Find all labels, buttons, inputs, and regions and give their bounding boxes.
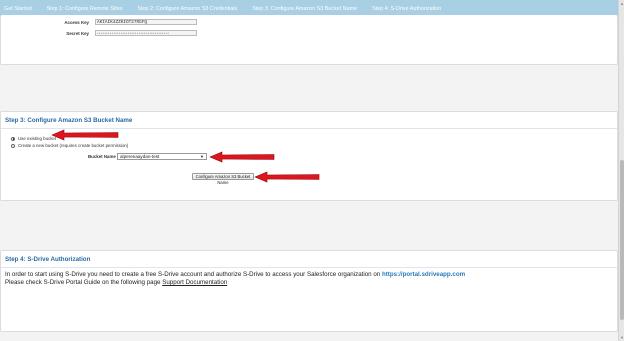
tab-step4-authorization[interactable]: Step 4: S-Drive Authorization — [372, 6, 441, 12]
step2-panel: Access Key AKIAIK4ZZKIOT27RGFQ Secret Ke… — [0, 15, 618, 65]
authorization-text: In order to start using S-Drive you need… — [5, 271, 465, 287]
access-key-label: Access Key — [64, 19, 89, 25]
bucket-name-value: alperenaaydan-test — [120, 154, 160, 159]
annotation-arrow-bucket-icon — [209, 151, 275, 163]
step3-panel: Step 3: Configure Amazon S3 Bucket Name … — [0, 111, 618, 201]
support-documentation-link[interactable]: Support Documentation — [162, 279, 227, 286]
access-key-row: Access Key AKIAIK4ZZKIOT27RGFQ — [49, 19, 197, 25]
tab-step1-remote-sites[interactable]: Step 1: Configure Remote Sites — [47, 6, 123, 12]
auth-line-2-text: Please check S-Drive Portal Guide on the… — [5, 279, 163, 286]
annotation-arrow-existing-icon — [51, 129, 119, 141]
scroll-down-icon[interactable]: ▼ — [620, 335, 624, 340]
create-new-bucket-option[interactable]: Create a new bucket (requires create buc… — [11, 143, 128, 148]
annotation-arrow-button-icon — [254, 171, 320, 183]
bucket-name-label: Bucket Name — [88, 154, 116, 159]
dropdown-caret-icon: ▼ — [200, 154, 204, 159]
create-new-label: Create a new bucket (requires create buc… — [18, 143, 129, 148]
tab-get-started[interactable]: Get Started — [4, 6, 32, 12]
use-existing-radio[interactable] — [11, 136, 15, 141]
portal-link[interactable]: https://portal.sdriveapp.com — [382, 271, 465, 278]
step4-panel: Step 4: S-Drive Authorization In order t… — [0, 250, 618, 332]
tab-step3-bucket-name[interactable]: Step 3: Configure Amazon S3 Bucket Name — [252, 6, 357, 12]
step4-title: Step 4: S-Drive Authorization — [1, 251, 617, 268]
secret-key-row: Secret Key •••••••••••••••••••••••••••••… — [49, 30, 197, 36]
auth-line-2: Please check S-Drive Portal Guide on the… — [5, 279, 465, 287]
bucket-name-select[interactable]: alperenaaydan-test ▼ — [117, 153, 207, 160]
access-key-input[interactable]: AKIAIK4ZZKIOT27RGFQ — [95, 19, 197, 25]
configure-bucket-button[interactable]: Configure Amazon S3 Bucket Name — [192, 173, 254, 185]
auth-line-1: In order to start using S-Drive you need… — [5, 271, 465, 279]
scroll-up-icon[interactable]: ▲ — [620, 1, 624, 6]
secret-key-input[interactable]: •••••••••••••••••••••••••••••••••••••••• — [95, 30, 197, 36]
create-new-radio[interactable] — [11, 143, 15, 148]
step3-title: Step 3: Configure Amazon S3 Bucket Name — [1, 112, 617, 129]
secret-key-label: Secret Key — [66, 30, 89, 36]
tab-step2-credentials[interactable]: Step 2: Configure Amazon S3 Credentials — [137, 6, 237, 12]
page-scrollbar[interactable]: ▲ ▼ — [618, 0, 624, 341]
scrollbar-thumb[interactable] — [620, 160, 624, 320]
auth-line-1-text: In order to start using S-Drive you need… — [5, 271, 382, 278]
